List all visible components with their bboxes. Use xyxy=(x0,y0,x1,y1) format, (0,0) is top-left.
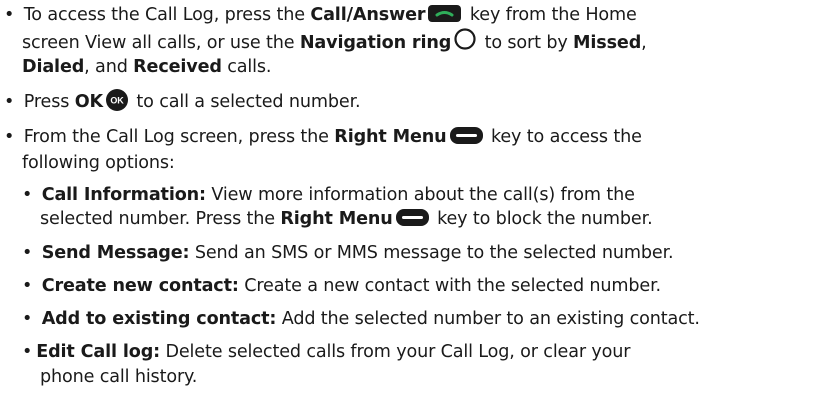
received-label: Received xyxy=(133,57,222,77)
text: to sort by xyxy=(479,33,574,53)
option-call-information-line-2: selected number. Press the Right Menu ke… xyxy=(40,206,653,232)
option-add-to-existing-contact: • Add to existing contact: Add the selec… xyxy=(22,306,700,332)
ok-key-icon-text: OK xyxy=(110,96,124,106)
right-menu-key-icon xyxy=(449,127,483,144)
text: View more information about the call(s) … xyxy=(205,185,635,205)
text: key to block the number. xyxy=(431,209,653,229)
bullet-right-menu-line-2: following options: xyxy=(22,150,175,176)
text: phone call history. xyxy=(40,367,198,387)
ok-label: OK xyxy=(74,92,103,112)
manual-page: • To access the Call Log, press the Call… xyxy=(0,0,821,399)
bullet-right-menu-line-1: • From the Call Log screen, press the Ri… xyxy=(4,124,642,150)
text: following options: xyxy=(22,153,175,173)
bullet-call-log-line-1: • To access the Call Log, press the Call… xyxy=(4,2,637,28)
option-edit-call-log-line-2: phone call history. xyxy=(40,364,197,390)
option-label: Call Information: xyxy=(41,185,206,205)
option-label: Send Message: xyxy=(41,243,190,263)
bullet-marker: • xyxy=(22,276,33,296)
text: to call a selected number. xyxy=(130,92,361,112)
ok-key-icon: OK xyxy=(105,89,128,111)
text: From the Call Log screen, press the xyxy=(23,127,335,147)
text: , and xyxy=(84,57,134,77)
bullet-marker: • xyxy=(22,185,33,205)
option-label: Add to existing contact: xyxy=(41,309,277,329)
right-menu-key-icon xyxy=(395,209,429,226)
option-send-message: • Send Message: Send an SMS or MMS messa… xyxy=(22,240,674,266)
text: calls. xyxy=(221,57,272,77)
option-edit-call-log-line-1: • Edit Call log: Delete selected calls fr… xyxy=(22,339,631,365)
option-label: Create new contact: xyxy=(41,276,239,296)
right-menu-label: Right Menu xyxy=(280,209,393,229)
bullet-marker: • xyxy=(4,92,15,112)
bullet-marker: • xyxy=(22,309,33,329)
bullet-marker: • xyxy=(22,243,33,263)
dialed-label: Dialed xyxy=(22,57,85,77)
right-menu-label: Right Menu xyxy=(334,127,447,147)
bullet-press-ok: • Press OK OK to call a selected number. xyxy=(4,89,361,115)
call-answer-key-icon xyxy=(428,5,462,22)
text: Press xyxy=(23,92,75,112)
navigation-ring-icon xyxy=(454,28,476,50)
bullet-marker: • xyxy=(4,5,15,25)
text: key to access the xyxy=(485,127,642,147)
missed-label: Missed xyxy=(573,33,642,53)
text: , xyxy=(641,33,647,53)
text: To access the Call Log, press the xyxy=(23,5,311,25)
bullet-call-log-line-3: Dialed, and Received calls. xyxy=(22,54,272,80)
bullet-marker: • xyxy=(4,127,15,147)
text: Create a new contact with the selected n… xyxy=(238,276,661,296)
bullet-call-log-line-2: screen View all calls, or use the Naviga… xyxy=(22,28,647,56)
option-call-information-line-1: • Call Information: View more informatio… xyxy=(22,182,635,208)
navigation-ring-label: Navigation ring xyxy=(299,33,452,53)
option-label: Edit Call log: xyxy=(36,342,161,362)
option-create-new-contact: • Create new contact: Create a new conta… xyxy=(22,273,661,299)
bullet-marker: • xyxy=(22,342,33,362)
text: Delete selected calls from your Call Log… xyxy=(160,342,631,362)
text: selected number. Press the xyxy=(40,209,281,229)
text: Add the selected number to an existing c… xyxy=(276,309,700,329)
text: Send an SMS or MMS message to the select… xyxy=(189,243,674,263)
text: key from the Home xyxy=(464,5,637,25)
text: screen View all calls, or use the xyxy=(22,33,300,53)
call-answer-key-label: Call/Answer xyxy=(310,5,426,25)
